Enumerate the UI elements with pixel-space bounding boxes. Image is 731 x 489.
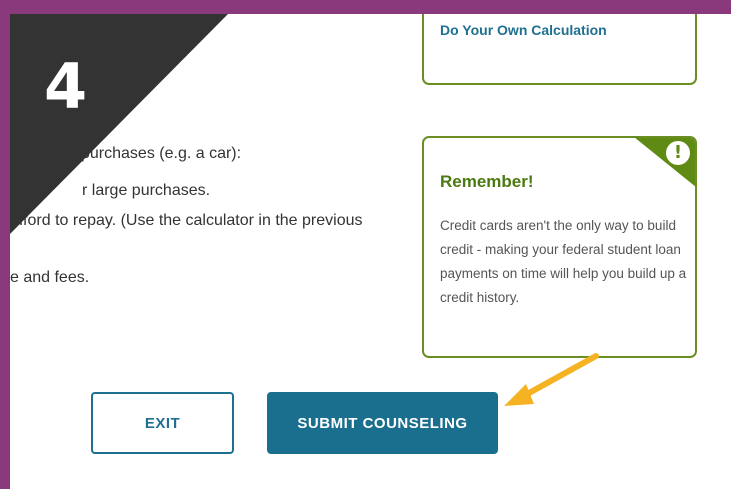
remember-title: Remember!: [440, 172, 534, 191]
remember-card: ! Remember! Credit cards aren't the only…: [422, 136, 697, 358]
step-badge: [10, 14, 228, 234]
remember-body: Credit cards aren't the only way to buil…: [440, 218, 687, 305]
calculation-card: Do Your Own Calculation: [422, 14, 697, 85]
content-panel: 4 purchases (e.g. a car): r large purcha…: [10, 14, 731, 489]
submit-counseling-button[interactable]: SUBMIT COUNSELING: [267, 392, 498, 454]
step-number: 4: [44, 50, 88, 123]
content-line-4: e and fees.: [10, 269, 90, 286]
exit-button[interactable]: EXIT: [91, 392, 234, 454]
do-your-own-calculation-link[interactable]: Do Your Own Calculation: [440, 22, 607, 38]
callout-arrow-icon: [504, 353, 599, 406]
exclamation-icon: !: [666, 141, 690, 165]
